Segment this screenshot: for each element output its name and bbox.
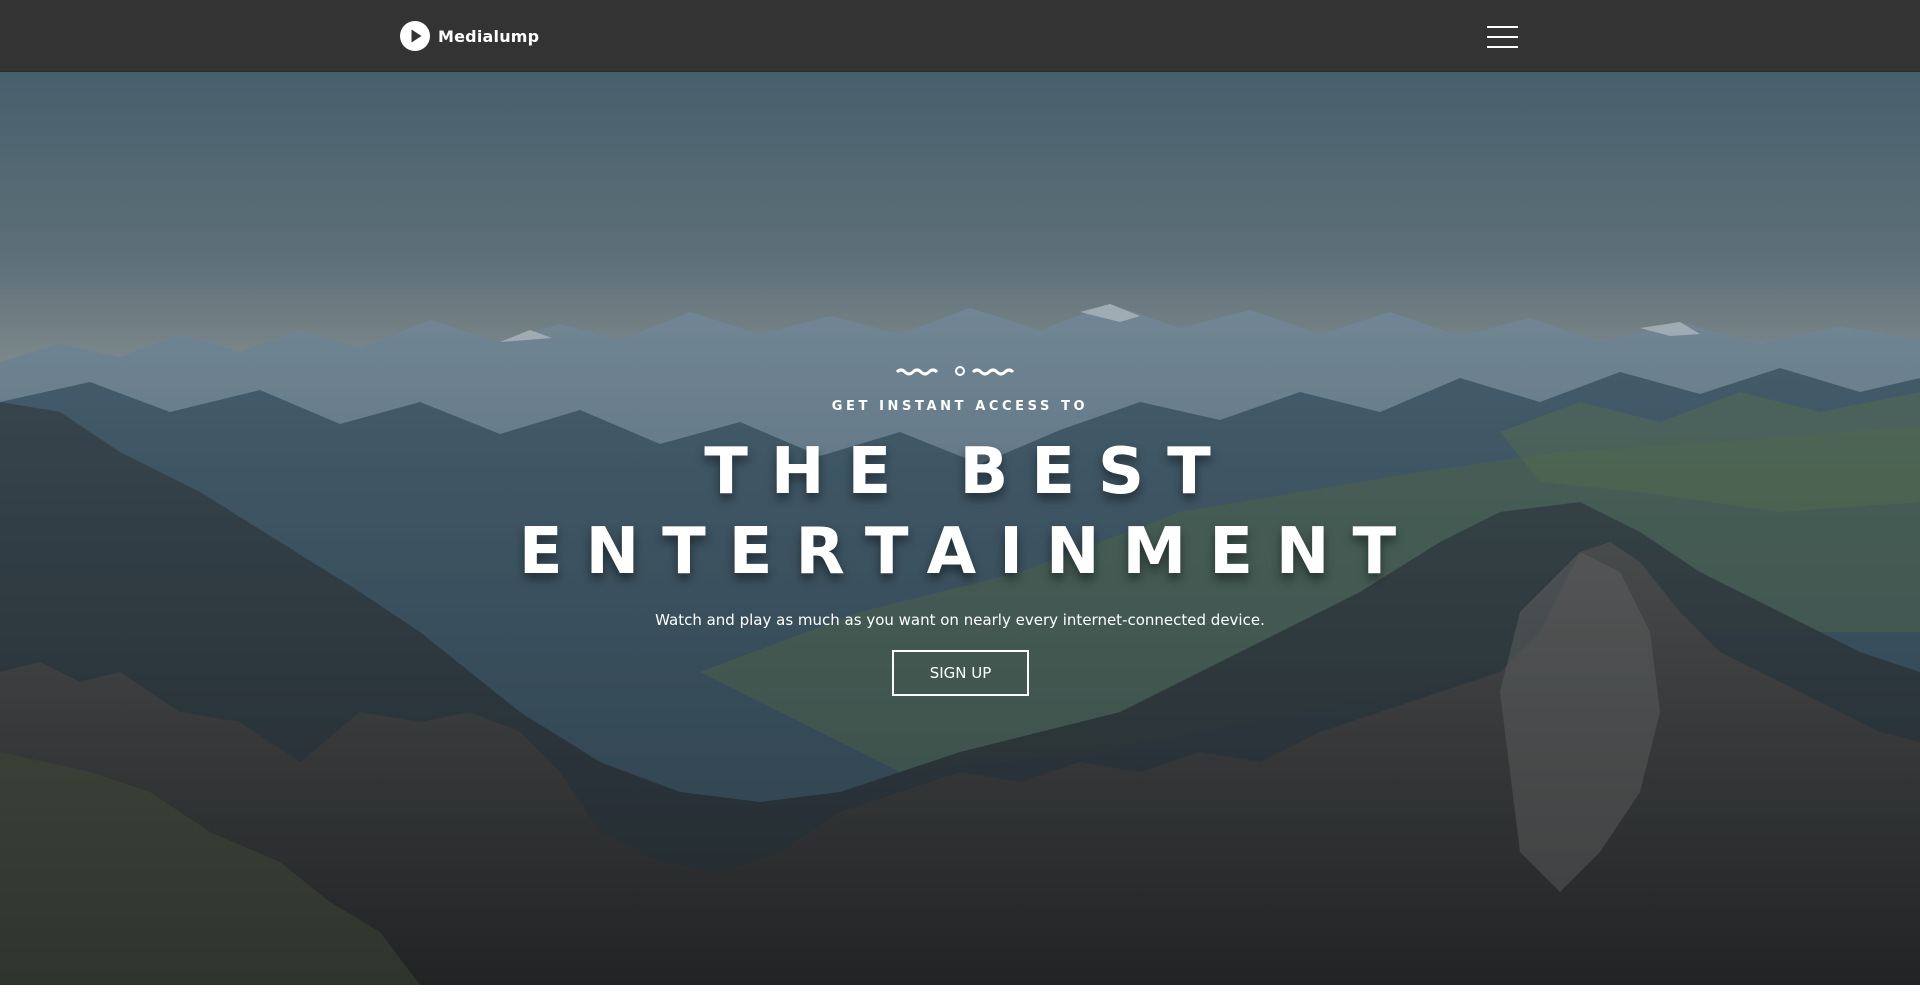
hamburger-bar: [1487, 26, 1518, 28]
brand-link[interactable]: Medialump: [400, 20, 539, 52]
hero-content: GET INSTANT ACCESS TO THE BEST ENTERTAIN…: [0, 72, 1920, 985]
hero-eyebrow: GET INSTANT ACCESS TO: [831, 399, 1089, 414]
brand-name: Medialump: [438, 26, 540, 46]
page-bottom-edge: [0, 985, 1920, 993]
hero-headline-line1: THE BEST: [704, 435, 1234, 509]
hamburger-menu-icon[interactable]: [1485, 25, 1521, 49]
sign-up-button[interactable]: SIGN UP: [892, 650, 1029, 696]
hamburger-bar: [1487, 46, 1518, 48]
play-circle-icon: [400, 21, 430, 51]
wavy-divider-icon: [895, 366, 1015, 376]
hero-section: GET INSTANT ACCESS TO THE BEST ENTERTAIN…: [0, 72, 1920, 985]
hamburger-bar: [1487, 36, 1518, 38]
top-navbar: Medialump: [0, 0, 1920, 72]
hero-tagline: Watch and play as much as you want on ne…: [655, 611, 1265, 629]
hero-headline-line2: ENTERTAINMENT: [518, 515, 1420, 589]
